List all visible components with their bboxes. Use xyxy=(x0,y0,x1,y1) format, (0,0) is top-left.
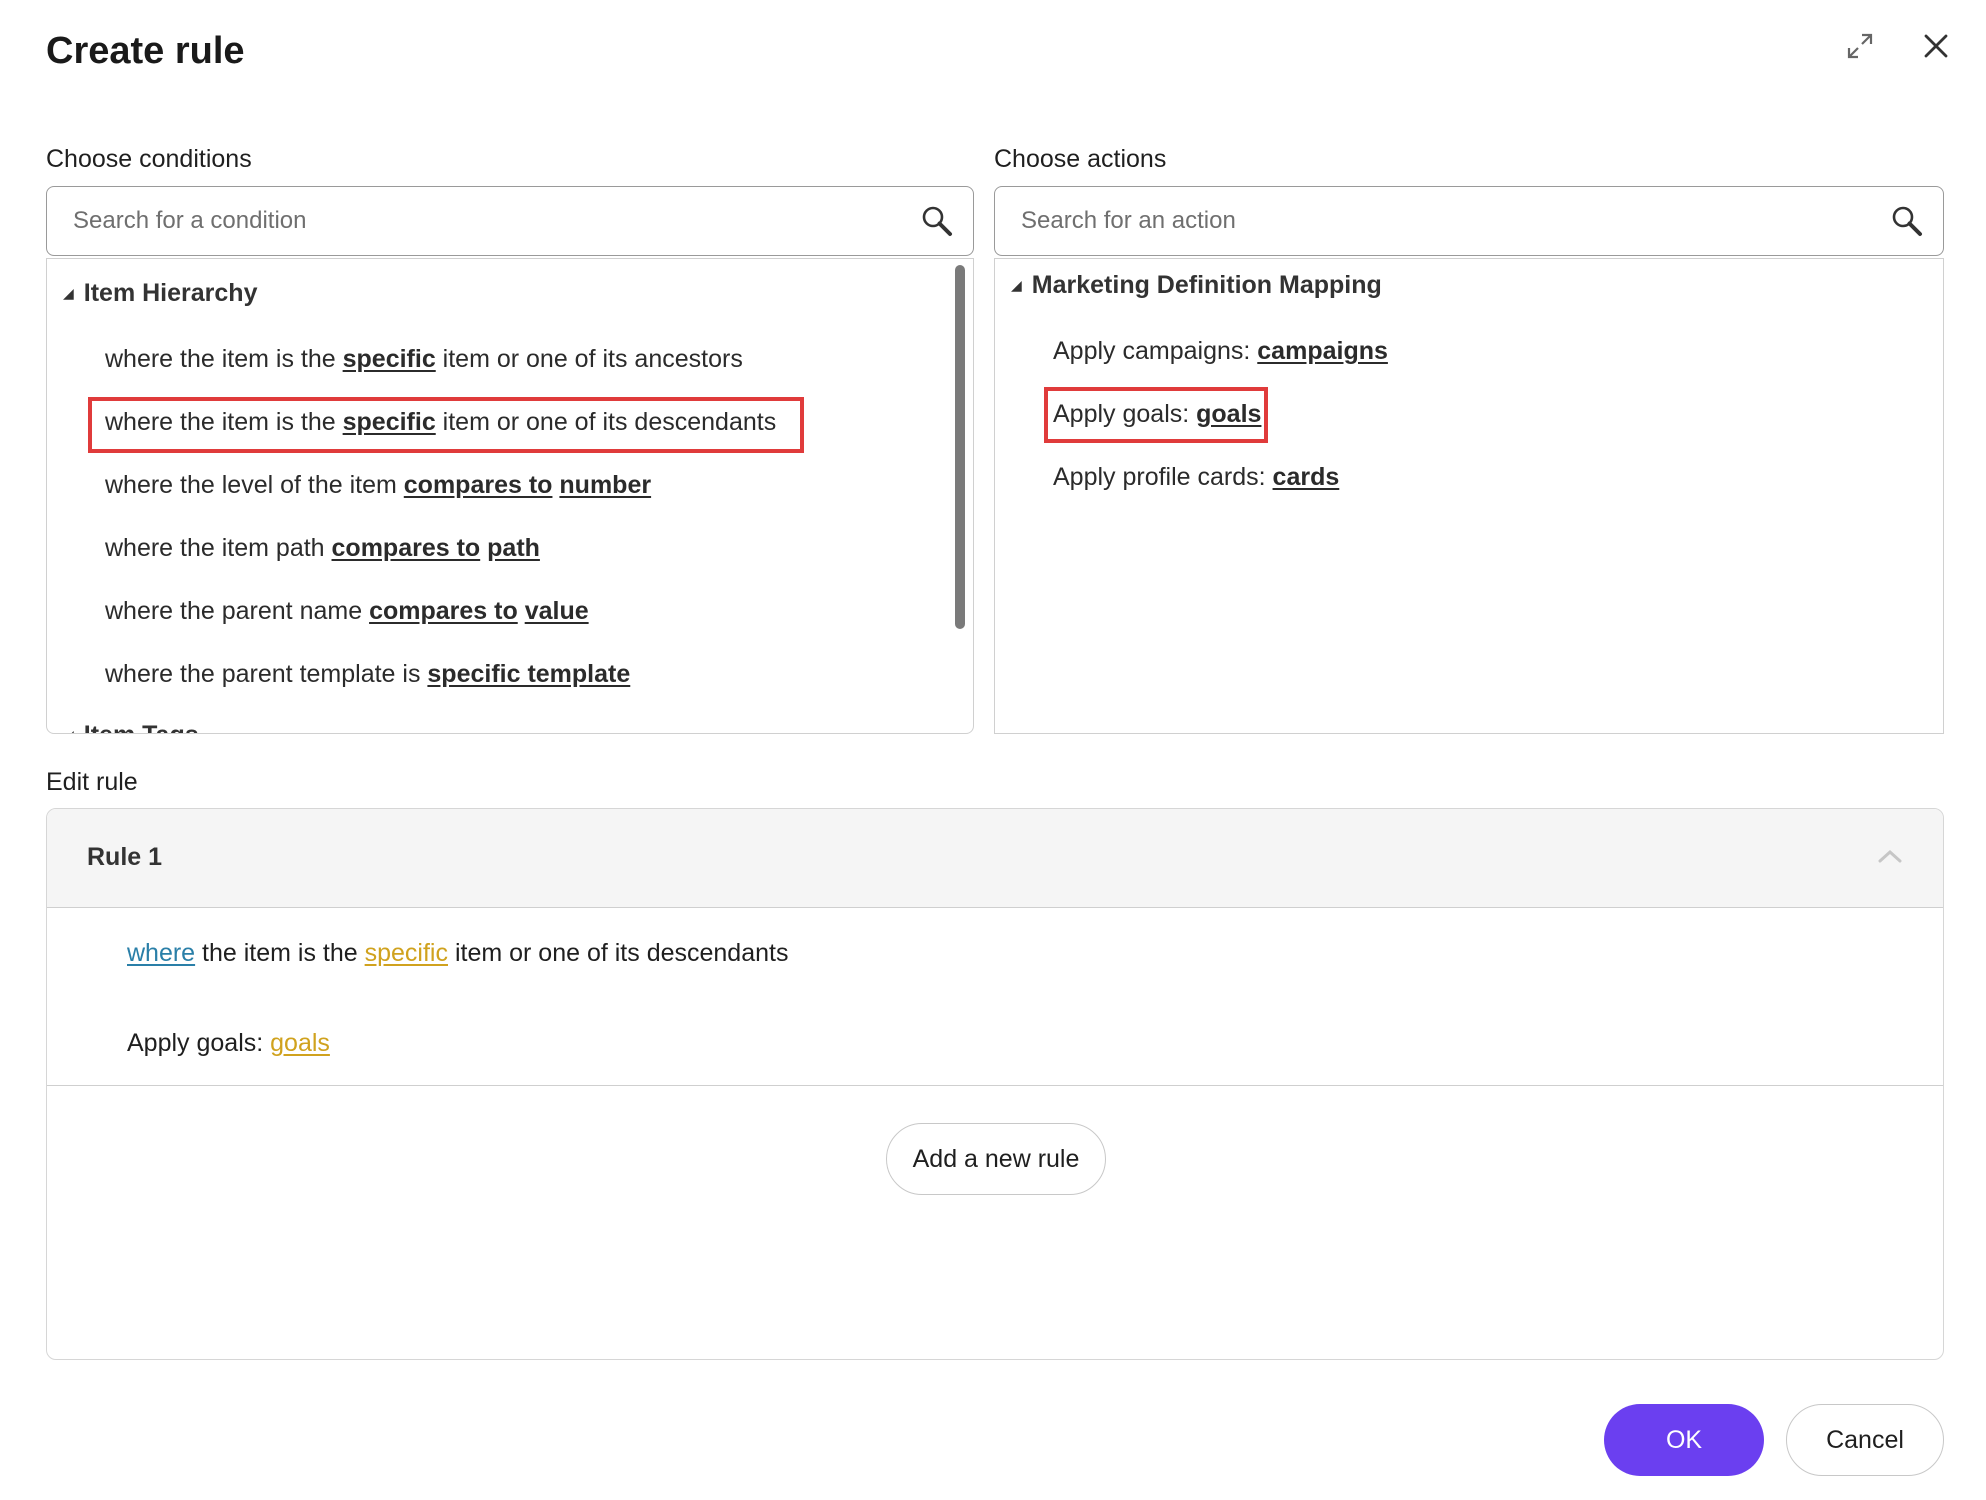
condition-keyword[interactable]: specific xyxy=(343,345,436,373)
collapse-triangle-icon[interactable]: ◢ xyxy=(63,727,74,733)
condition-keyword[interactable]: compares to xyxy=(369,597,518,625)
condition-item-ancestors[interactable]: where the item is the specific item or o… xyxy=(105,345,743,374)
edit-rule-label: Edit rule xyxy=(46,768,138,796)
group-label: Item Hierarchy xyxy=(83,279,258,307)
condition-keyword[interactable]: specific xyxy=(343,408,436,436)
scrollbar[interactable] xyxy=(955,265,965,629)
rule-value-link[interactable]: specific xyxy=(365,939,448,967)
group-item-hierarchy[interactable]: ◢ Item Hierarchy xyxy=(63,279,257,308)
condition-item-parent-name[interactable]: where the parent name compares to value xyxy=(105,597,589,626)
chevron-up-icon[interactable] xyxy=(1877,847,1903,870)
condition-item-path[interactable]: where the item path compares to path xyxy=(105,534,540,563)
group-item-tags[interactable]: ◢ Item Tags xyxy=(63,721,199,733)
condition-keyword[interactable]: number xyxy=(559,471,651,499)
search-icon[interactable] xyxy=(1891,205,1923,237)
conditions-list: ◢ Item Hierarchy where the item is the s… xyxy=(46,258,974,734)
action-keyword[interactable]: campaigns xyxy=(1257,337,1388,365)
condition-search-box xyxy=(46,186,974,256)
condition-keyword[interactable]: compares to xyxy=(404,471,553,499)
action-keyword[interactable]: goals xyxy=(1196,400,1261,428)
condition-keyword[interactable]: path xyxy=(487,534,540,562)
group-marketing-definition-mapping[interactable]: ◢ Marketing Definition Mapping xyxy=(1011,271,1382,300)
action-item-campaigns[interactable]: Apply campaigns: campaigns xyxy=(1053,337,1388,366)
divider xyxy=(47,1085,1943,1086)
rule-action-line: Apply goals: goals xyxy=(127,1029,330,1057)
actions-label: Choose actions xyxy=(994,145,1167,173)
rule-panel: Rule 1 where the item is the specific it… xyxy=(46,808,1944,1360)
rule-header[interactable]: Rule 1 xyxy=(47,809,1943,908)
rule-condition-line: where the item is the specific item or o… xyxy=(127,939,789,967)
action-item-profile-cards[interactable]: Apply profile cards: cards xyxy=(1053,463,1339,492)
condition-item-parent-template[interactable]: where the parent template is specific te… xyxy=(105,660,630,689)
condition-item-descendants[interactable]: where the item is the specific item or o… xyxy=(105,408,776,437)
add-new-rule-button[interactable]: Add a new rule xyxy=(886,1123,1106,1195)
actions-list: ◢ Marketing Definition Mapping Apply cam… xyxy=(994,258,1944,734)
close-icon[interactable] xyxy=(1916,26,1956,66)
cancel-button[interactable]: Cancel xyxy=(1786,1404,1944,1476)
action-keyword[interactable]: cards xyxy=(1273,463,1340,491)
rule-operator-link[interactable]: where xyxy=(127,939,195,967)
condition-keyword[interactable]: compares to xyxy=(332,534,481,562)
condition-item-level[interactable]: where the level of the item compares to … xyxy=(105,471,651,500)
maximize-icon[interactable] xyxy=(1840,26,1880,66)
action-item-goals[interactable]: Apply goals: goals xyxy=(1053,400,1261,429)
rule-title: Rule 1 xyxy=(87,843,163,871)
dialog-title: Create rule xyxy=(46,30,245,72)
group-label: Marketing Definition Mapping xyxy=(1031,271,1382,299)
action-search-box xyxy=(994,186,1944,256)
collapse-triangle-icon[interactable]: ◢ xyxy=(63,285,74,302)
conditions-label: Choose conditions xyxy=(46,145,252,173)
search-icon[interactable] xyxy=(921,205,953,237)
collapse-triangle-icon[interactable]: ◢ xyxy=(1011,277,1022,294)
condition-keyword[interactable]: value xyxy=(525,597,589,625)
condition-keyword[interactable]: specific template xyxy=(427,660,630,688)
action-search-input[interactable] xyxy=(1019,206,1891,236)
ok-button[interactable]: OK xyxy=(1604,1404,1764,1476)
group-label: Item Tags xyxy=(84,721,199,733)
rule-goals-link[interactable]: goals xyxy=(270,1029,330,1057)
condition-search-input[interactable] xyxy=(71,206,921,236)
